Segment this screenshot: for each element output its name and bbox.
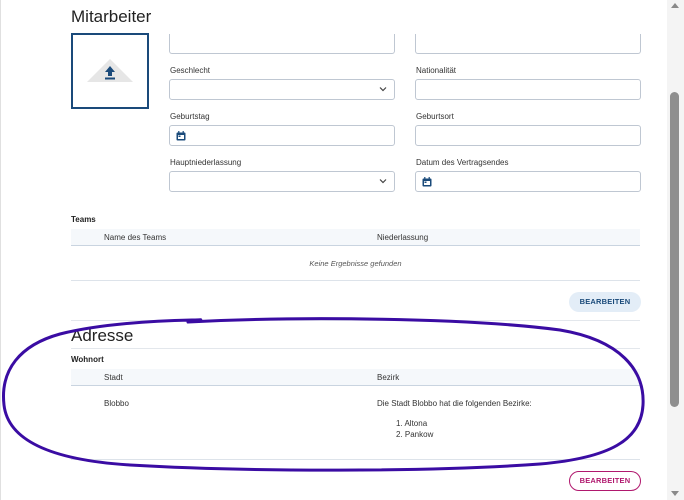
column-header-bezirk[interactable]: Bezirk xyxy=(377,373,399,382)
cell-stadt: Blobbo xyxy=(104,399,129,408)
section-title-mitarbeiter: Mitarbeiter xyxy=(71,7,152,26)
teams-empty-row: Keine Ergebnisse gefunden xyxy=(71,247,640,281)
image-upload[interactable] xyxy=(71,33,149,109)
scroll-down-arrow-icon[interactable] xyxy=(671,491,679,496)
teams-table-header: Name des Teams Niederlassung xyxy=(71,229,640,246)
cell-bezirk-intro: Die Stadt Blobbo hat die folgenden Bezir… xyxy=(377,399,532,408)
geburtsort-input[interactable] xyxy=(415,125,641,146)
text-input-top-right[interactable] xyxy=(415,34,641,54)
list-item: 2. Pankow xyxy=(396,430,434,439)
geschlecht-select[interactable] xyxy=(169,79,395,100)
wohnort-table: Stadt Bezirk Blobbo Die Stadt Blobbo hat… xyxy=(71,369,640,461)
wohnort-label: Wohnort xyxy=(71,355,104,364)
page: Mitarbeiter Geschlecht Nationalität Gebu… xyxy=(0,0,684,500)
geburtstag-label: Geburtstag xyxy=(170,112,210,121)
vertragsende-label: Datum des Vertragsendes xyxy=(416,158,509,167)
calendar-icon[interactable] xyxy=(422,177,432,187)
adresse-divider xyxy=(71,348,640,349)
column-header-stadt[interactable]: Stadt xyxy=(104,373,123,382)
scroll-up-arrow-icon[interactable] xyxy=(671,3,679,8)
wohnort-table-header: Stadt Bezirk xyxy=(71,369,640,386)
text-input-top-left[interactable] xyxy=(169,34,395,54)
empty-message: Keine Ergebnisse gefunden xyxy=(309,259,402,268)
hauptniederlassung-label: Hauptniederlassung xyxy=(170,158,242,167)
table-row: Blobbo Die Stadt Blobbo hat die folgende… xyxy=(71,387,640,460)
list-item: 1. Altona xyxy=(396,419,428,428)
adresse-edit-button[interactable]: BEARBEITEN xyxy=(569,471,641,491)
geschlecht-label: Geschlecht xyxy=(170,66,211,75)
geburtsort-label: Geburtsort xyxy=(416,112,454,121)
scrollbar-thumb[interactable] xyxy=(670,92,679,407)
column-header-team-name[interactable]: Name des Teams xyxy=(104,233,166,242)
teams-label: Teams xyxy=(71,215,96,224)
upload-arrow-icon xyxy=(105,66,115,80)
left-border xyxy=(0,0,1,500)
vertragsende-date-input[interactable] xyxy=(415,171,641,192)
nationalitaet-label: Nationalität xyxy=(416,66,457,75)
teams-edit-button[interactable]: BEARBEITEN xyxy=(569,292,641,312)
chevron-down-icon xyxy=(379,179,387,184)
calendar-icon[interactable] xyxy=(176,131,186,141)
section-divider xyxy=(71,320,640,321)
nationalitaet-input[interactable] xyxy=(415,79,641,100)
column-header-niederlassung[interactable]: Niederlassung xyxy=(377,233,428,242)
section-title-adresse: Adresse xyxy=(71,326,134,345)
chevron-down-icon xyxy=(379,87,387,92)
geburtstag-date-input[interactable] xyxy=(169,125,395,146)
teams-table: Name des Teams Niederlassung Keine Ergeb… xyxy=(71,229,640,281)
hauptniederlassung-select[interactable] xyxy=(169,171,395,192)
